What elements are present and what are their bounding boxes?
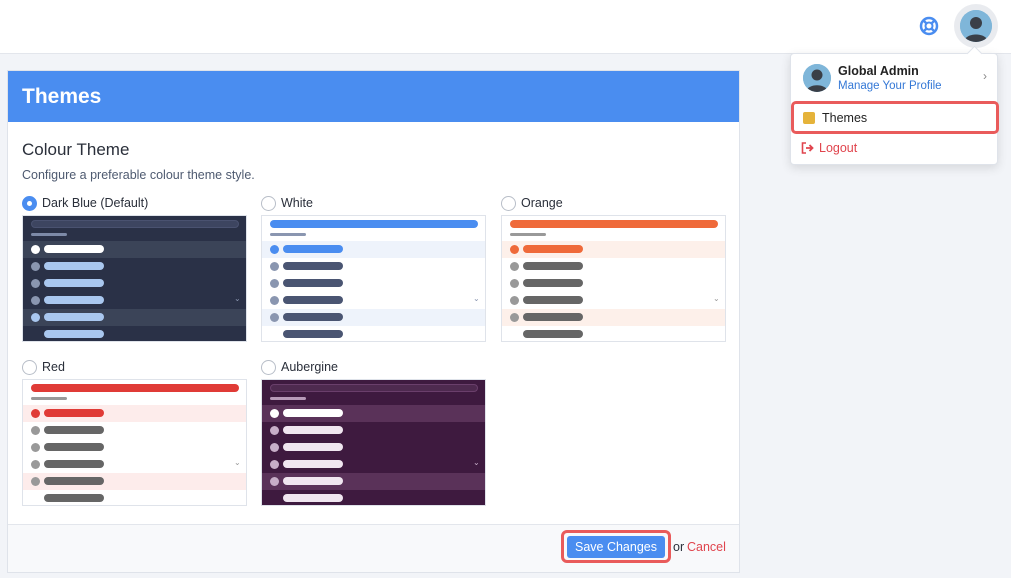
- theme-preview-white[interactable]: ⌄: [261, 215, 486, 342]
- theme-label: Red: [42, 360, 65, 374]
- section-description: Configure a preferable colour theme styl…: [22, 168, 255, 182]
- theme-label: Dark Blue (Default): [42, 196, 149, 210]
- user-dropdown-menu: Global Admin Manage Your Profile › Theme…: [790, 53, 999, 165]
- theme-option-red[interactable]: Red ⌄: [22, 359, 247, 506]
- menu-item-label: Themes: [822, 110, 868, 125]
- save-changes-button[interactable]: Save Changes: [567, 535, 665, 558]
- theme-option-orange[interactable]: Orange ⌄: [501, 195, 726, 342]
- card-body: Colour Theme Configure a preferable colo…: [8, 122, 739, 524]
- menu-profile-item[interactable]: Global Admin Manage Your Profile ›: [791, 54, 997, 100]
- user-name: Global Admin: [838, 64, 919, 78]
- theme-preview-aubergine[interactable]: ⌄: [261, 379, 486, 506]
- palette-icon: [803, 111, 815, 124]
- top-bar: [0, 0, 1011, 54]
- theme-label: Orange: [521, 196, 563, 210]
- cancel-link[interactable]: Cancel: [687, 540, 726, 554]
- section-title: Colour Theme: [22, 140, 130, 159]
- theme-option-dark-blue[interactable]: Dark Blue (Default) ⌄: [22, 195, 247, 342]
- avatar: [803, 64, 831, 92]
- theme-preview-orange[interactable]: ⌄: [501, 215, 726, 342]
- theme-radio-orange[interactable]: [501, 195, 516, 211]
- save-button-highlight: Save Changes: [561, 530, 671, 563]
- theme-label: White: [281, 196, 313, 210]
- theme-radio-white[interactable]: [261, 195, 276, 211]
- theme-label: Aubergine: [281, 360, 338, 374]
- lifebuoy-icon[interactable]: [918, 15, 940, 37]
- menu-item-themes[interactable]: Themes: [791, 101, 999, 134]
- themes-card: Themes Colour Theme Configure a preferab…: [7, 70, 740, 573]
- theme-radio-dark-blue[interactable]: [22, 195, 37, 211]
- card-footer: Save Changes or Cancel: [8, 524, 739, 572]
- user-menu-toggle[interactable]: [954, 4, 998, 48]
- page-title: Themes: [22, 84, 102, 108]
- sign-out-icon: [801, 142, 814, 154]
- avatar: [960, 10, 992, 42]
- theme-option-aubergine[interactable]: Aubergine ⌄: [261, 359, 486, 506]
- theme-preview-red[interactable]: ⌄: [22, 379, 247, 506]
- manage-profile-link[interactable]: Manage Your Profile: [838, 80, 942, 92]
- menu-item-label: Logout: [819, 141, 858, 155]
- or-text: or: [673, 540, 685, 554]
- theme-radio-aubergine[interactable]: [261, 359, 276, 375]
- chevron-right-icon: ›: [983, 69, 987, 83]
- theme-option-white[interactable]: White ⌄: [261, 195, 486, 342]
- theme-radio-red[interactable]: [22, 359, 37, 375]
- theme-preview-dark-blue[interactable]: ⌄: [22, 215, 247, 342]
- menu-item-logout[interactable]: Logout: [791, 138, 997, 158]
- card-header: Themes: [8, 71, 739, 122]
